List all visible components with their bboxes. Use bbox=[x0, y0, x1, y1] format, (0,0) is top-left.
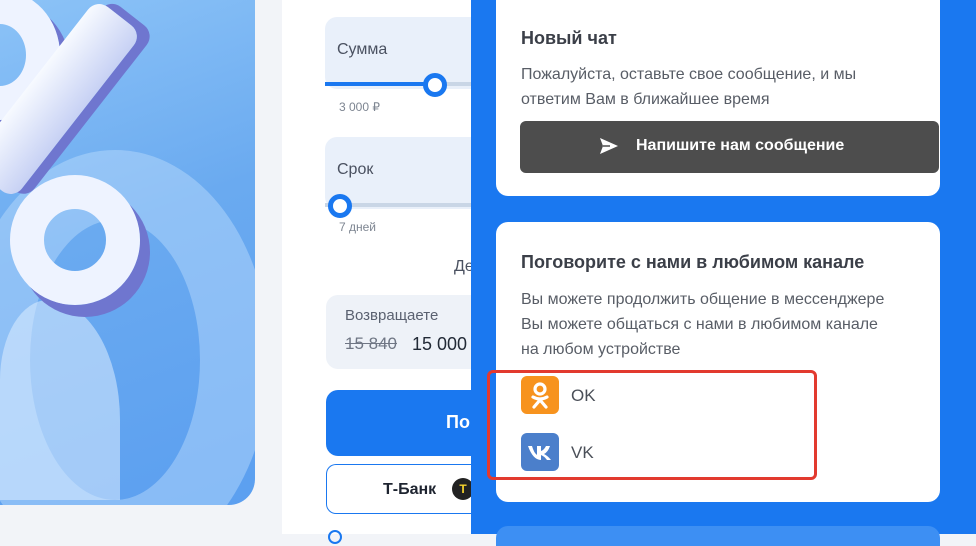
tbank-label: Т-Банк bbox=[383, 481, 437, 498]
term-hint: 7 дней bbox=[339, 220, 377, 234]
return-label: Возвращаете bbox=[345, 307, 439, 324]
radio-hint[interactable] bbox=[328, 530, 342, 544]
paper-plane-icon bbox=[600, 138, 618, 154]
new-chat-card: Новый чат Пожалуйста, оставьте свое сооб… bbox=[496, 0, 940, 196]
sum-slider-fill bbox=[325, 82, 434, 86]
apply-button[interactable]: По bbox=[326, 390, 486, 456]
loan-form: Сумма 3 000 ₽ Срок 7 дней Де Возвращаете… bbox=[282, 0, 486, 544]
apply-button-label: По bbox=[446, 412, 470, 432]
return-old-amount: 15 840 bbox=[345, 334, 397, 353]
return-new-amount: 15 000 bbox=[412, 334, 468, 354]
next-card-edge bbox=[496, 526, 940, 546]
write-message-button[interactable]: Напишите нам сообщение bbox=[520, 121, 939, 173]
channels-highlight-box bbox=[487, 370, 817, 480]
new-chat-text-line1: Пожалуйста, оставьте свое сообщение, и м… bbox=[521, 66, 857, 83]
term-slider-knob[interactable] bbox=[328, 194, 352, 218]
write-message-label: Напишите нам сообщение bbox=[636, 137, 845, 154]
sum-slider-box[interactable]: Сумма bbox=[325, 17, 485, 89]
channels-text-line2: Вы можете общаться с нами в любимом кана… bbox=[521, 316, 878, 333]
return-box: Возвращаете 15 840 15 000 bbox=[326, 295, 486, 369]
term-label: Срок bbox=[337, 161, 374, 178]
sum-slider-track[interactable] bbox=[325, 82, 485, 86]
sum-hint: 3 000 ₽ bbox=[339, 100, 380, 114]
new-chat-title: Новый чат bbox=[521, 28, 617, 48]
channels-text-line1: Вы можете продолжить общение в мессендже… bbox=[521, 291, 885, 308]
new-chat-text-line2: ответим Вам в ближайшее время bbox=[521, 91, 770, 108]
channels-title: Поговорите с нами в любимом канале bbox=[521, 252, 865, 272]
channels-text-line3: на любом устройстве bbox=[521, 341, 681, 358]
sum-label: Сумма bbox=[337, 41, 388, 58]
tbank-button[interactable]: Т-Банк T bbox=[326, 464, 486, 514]
percent-ring-bottom bbox=[10, 175, 140, 305]
promo-banner bbox=[0, 0, 255, 505]
sum-slider-knob[interactable] bbox=[423, 73, 447, 97]
